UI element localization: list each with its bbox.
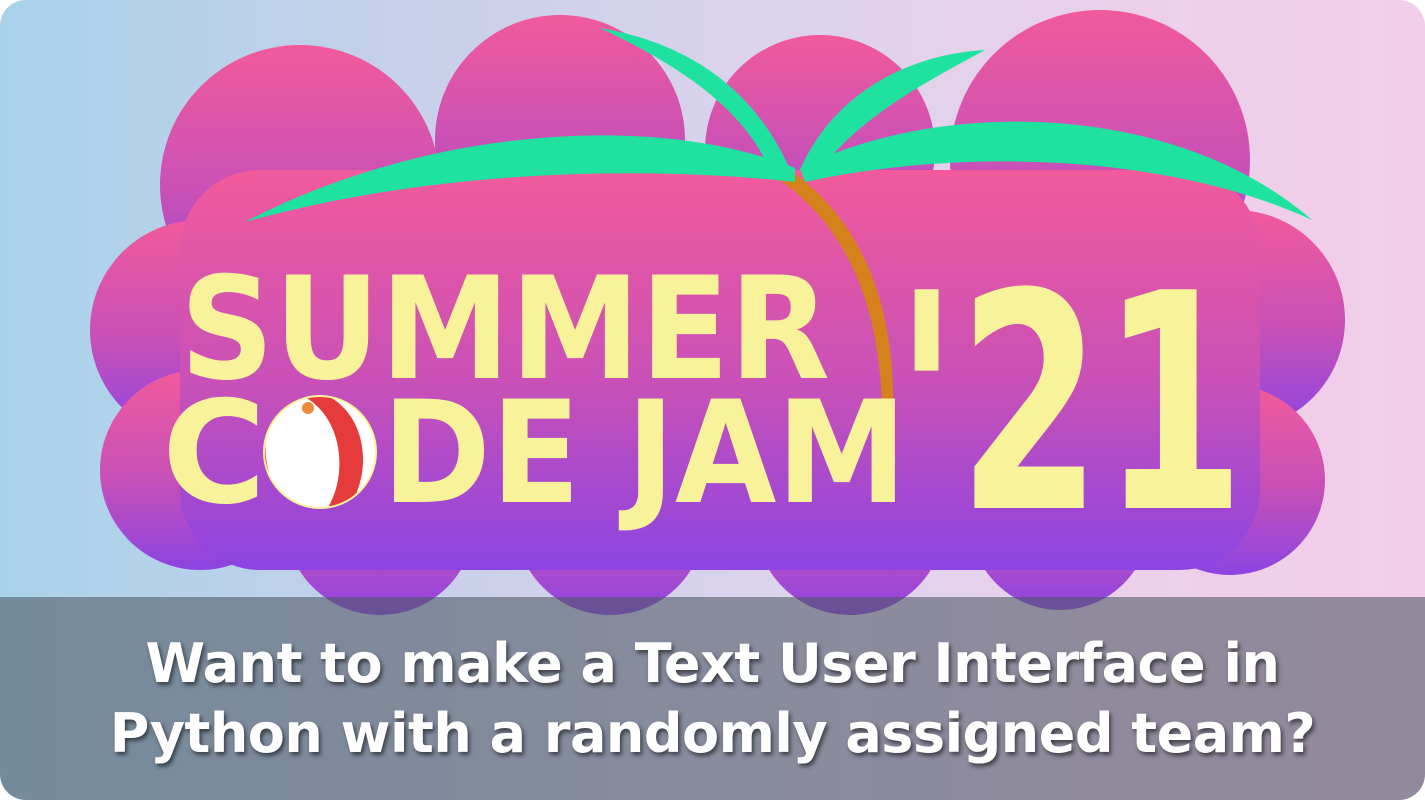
- caption-line-1: Want to make a Text User Interface in: [145, 631, 1280, 695]
- caption-line-2: Python with a randomly assigned team?: [109, 701, 1316, 765]
- logo-line-de-jam: DE JAM: [382, 371, 907, 536]
- logo-line-code-c: C: [162, 371, 266, 536]
- event-banner-card: SUMMER C DE JAM '21 Want to make a Text …: [0, 0, 1425, 800]
- caption-bar: Want to make a Text User Interface in Py…: [0, 597, 1425, 800]
- logo-year: '21: [895, 230, 1245, 579]
